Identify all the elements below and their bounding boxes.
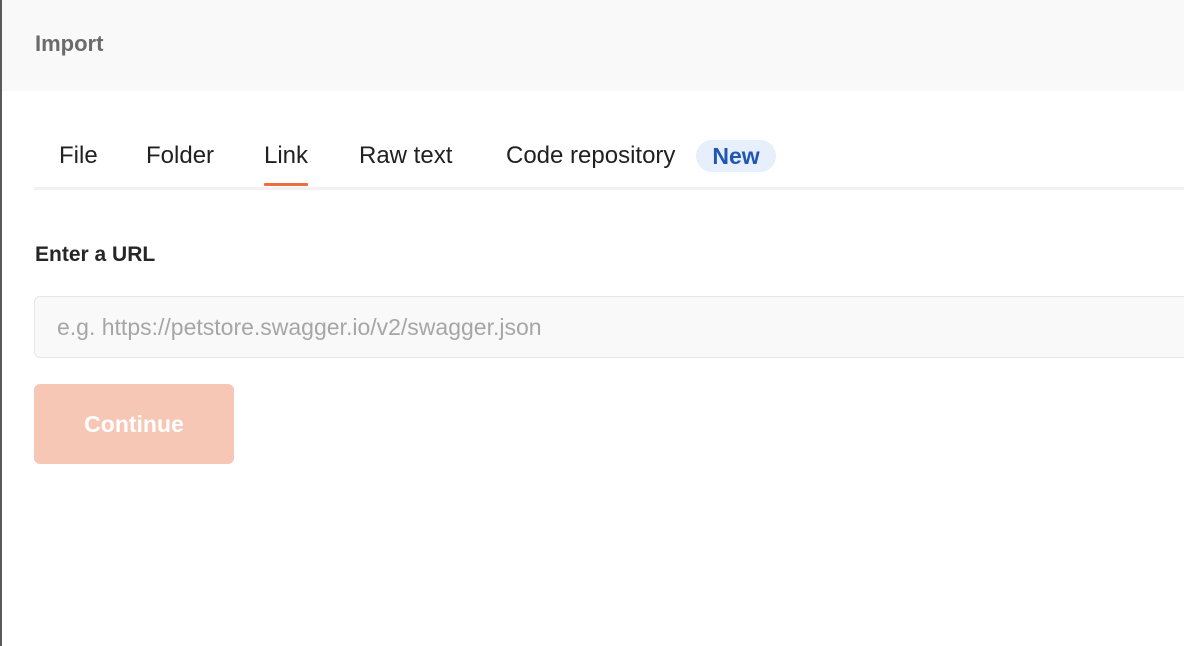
tab-link[interactable]: Link xyxy=(264,138,309,186)
continue-button[interactable]: Continue xyxy=(34,384,234,464)
import-dialog: Import File Folder Link Raw text Code re… xyxy=(0,0,1184,646)
url-input[interactable] xyxy=(34,296,1184,358)
import-tabs: File Folder Link Raw text Code repositor… xyxy=(34,138,1184,190)
tab-folder[interactable]: Folder xyxy=(146,138,214,186)
tab-raw-text[interactable]: Raw text xyxy=(359,138,452,186)
window-edge xyxy=(0,0,2,646)
tab-file[interactable]: File xyxy=(59,138,98,186)
tab-code-repository[interactable]: Code repository xyxy=(506,138,675,186)
tabs-divider xyxy=(34,187,1184,190)
dialog-title: Import xyxy=(35,31,104,56)
url-field-label: Enter a URL xyxy=(35,243,156,266)
new-badge: New xyxy=(696,140,776,172)
dialog-header: Import xyxy=(2,0,1184,91)
